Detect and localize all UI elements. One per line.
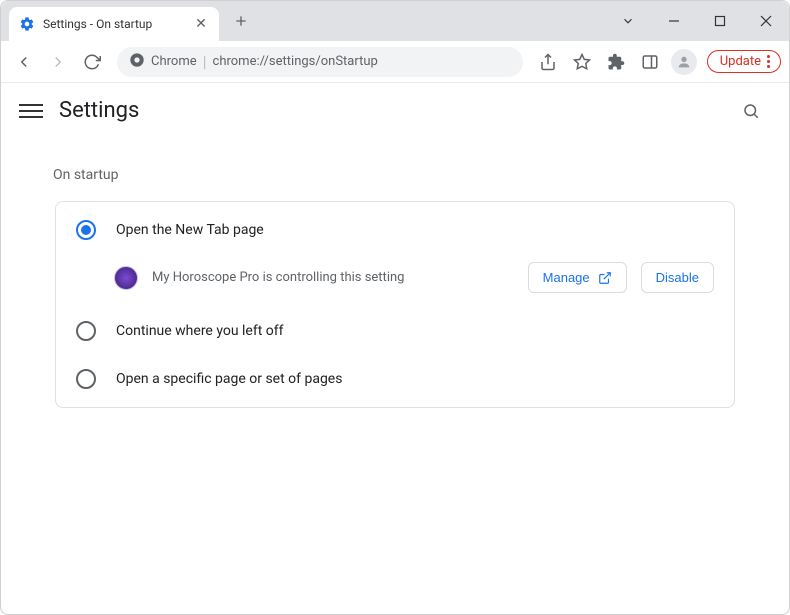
maximize-button[interactable] [697,1,743,41]
titlebar: Settings - On startup ✕ [1,1,789,41]
extensions-icon[interactable] [601,47,631,77]
gear-icon [19,16,35,32]
manage-button[interactable]: Manage [528,262,627,293]
chrome-icon [129,52,145,72]
menu-hamburger-icon[interactable] [19,99,43,123]
update-button[interactable]: Update [707,50,781,73]
radio-selected-icon[interactable] [76,220,96,240]
caret-down-icon[interactable] [605,14,651,28]
bookmark-star-icon[interactable] [567,47,597,77]
sidepanel-icon[interactable] [635,47,665,77]
toolbar: Chrome | chrome://settings/onStartup Upd… [1,41,789,83]
close-window-button[interactable] [743,1,789,41]
omnibox-url: chrome://settings/onStartup [213,54,378,69]
new-tab-button[interactable] [227,7,255,35]
page-title: Settings [59,98,139,123]
forward-button[interactable] [43,47,73,77]
omnibox-chip: Chrome [151,54,197,69]
option-label: Open a specific page or set of pages [116,371,342,387]
search-icon[interactable] [731,91,771,131]
option-new-tab[interactable]: Open the New Tab page [56,206,734,254]
settings-content: On startup Open the New Tab page My Horo… [1,139,789,614]
option-continue[interactable]: Continue where you left off [56,307,734,355]
settings-header: Settings [1,83,789,139]
disable-button[interactable]: Disable [641,262,714,293]
share-icon[interactable] [533,47,563,77]
option-label: Open the New Tab page [116,222,264,238]
menu-dots-icon [767,55,770,68]
close-tab-icon[interactable]: ✕ [193,16,209,32]
minimize-button[interactable] [651,1,697,41]
omnibox-separator: | [203,52,207,71]
update-label: Update [720,54,761,69]
controlled-text: My Horoscope Pro is controlling this set… [152,270,514,285]
profile-avatar[interactable] [669,47,699,77]
browser-tab[interactable]: Settings - On startup ✕ [9,7,219,41]
controlled-by-extension-row: My Horoscope Pro is controlling this set… [56,254,734,307]
tab-title: Settings - On startup [43,17,185,31]
address-bar[interactable]: Chrome | chrome://settings/onStartup [117,47,523,77]
radio-icon[interactable] [76,369,96,389]
back-button[interactable] [9,47,39,77]
option-label: Continue where you left off [116,323,284,339]
external-link-icon [598,271,612,285]
option-specific-pages[interactable]: Open a specific page or set of pages [56,355,734,403]
radio-icon[interactable] [76,321,96,341]
extension-icon [114,266,138,290]
reload-button[interactable] [77,47,107,77]
section-title: On startup [53,167,769,183]
startup-card: Open the New Tab page My Horoscope Pro i… [55,201,735,408]
